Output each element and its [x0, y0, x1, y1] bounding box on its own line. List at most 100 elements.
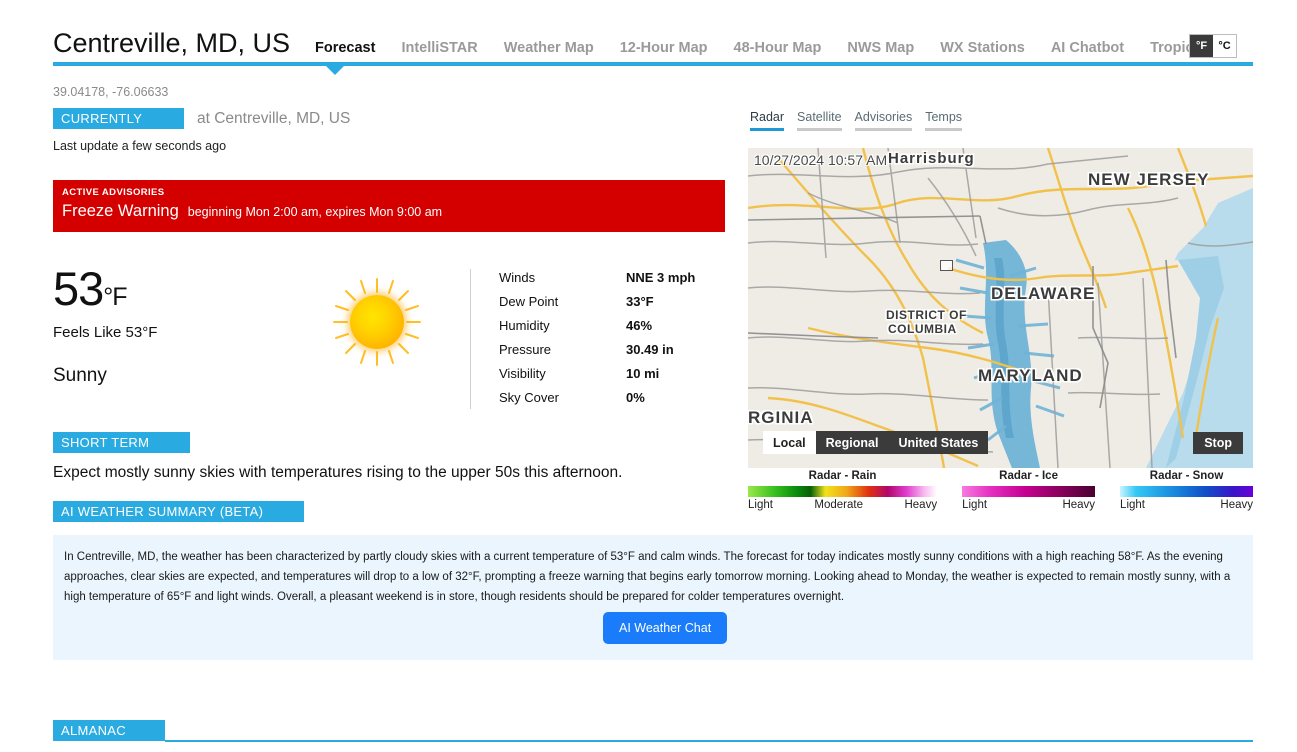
legend-scale: Light Moderate Heavy [748, 499, 937, 511]
map-tab-label: Advisories [854, 110, 913, 124]
map-tab-underline [925, 128, 963, 131]
advisory-time-range: beginning Mon 2:00 am, expires Mon 9:00 … [187, 205, 443, 219]
short-term-text: Expect mostly sunny skies with temperatu… [53, 464, 623, 481]
legend-high-label: Heavy [1062, 499, 1096, 511]
advisory-label: ACTIVE ADVISORIES [62, 187, 165, 198]
legend-radar-snow: Radar - Snow Light Heavy [1120, 470, 1253, 511]
currently-location-text: at Centreville, MD, US [197, 109, 351, 127]
location-marker-icon [940, 260, 953, 271]
detail-value: 10 mi [626, 365, 660, 381]
sun-disc-icon [350, 295, 404, 349]
active-tab-caret-icon [326, 66, 344, 75]
advisory-title: Freeze Warning [62, 202, 179, 220]
nav-tab-weather-map[interactable]: Weather Map [491, 40, 607, 56]
unit-celsius-button[interactable]: °C [1213, 35, 1236, 57]
table-row: Visibility 10 mi [499, 361, 695, 385]
ai-weather-summary-badge: AI WEATHER SUMMARY (BETA) [53, 501, 304, 522]
table-row: Pressure 30.49 in [499, 337, 695, 361]
map-scope-united-states-button[interactable]: United States [888, 431, 989, 454]
nav-tab-ai-chatbot[interactable]: AI Chatbot [1038, 40, 1137, 56]
map-tab-temps[interactable]: Temps [925, 110, 963, 137]
short-term-badge: SHORT TERM [53, 432, 190, 453]
nav-tab-nws-map[interactable]: NWS Map [834, 40, 927, 56]
ai-summary-text: In Centreville, MD, the weather has been… [64, 551, 1231, 603]
map-tab-satellite[interactable]: Satellite [797, 110, 842, 137]
map-tab-underline [797, 128, 842, 131]
legend-high-label: Heavy [904, 499, 938, 511]
map-label-district-of: DISTRICT OF [886, 308, 967, 322]
map-tab-underline [854, 128, 913, 131]
map-tab-radar[interactable]: Radar [750, 110, 785, 137]
legend-title: Radar - Rain [808, 470, 877, 482]
map-tab-label: Radar [750, 110, 785, 124]
almanac-badge: ALMANAC [53, 720, 165, 741]
map-scope-regional-button[interactable]: Regional [815, 431, 889, 454]
legend-high-label: Heavy [1220, 499, 1253, 511]
map-canvas [748, 148, 1253, 468]
nav-tab-12-hour-map[interactable]: 12-Hour Map [607, 40, 721, 56]
currently-badge: CURRENTLY [53, 108, 184, 129]
map-tabs: Radar Satellite Advisories Temps [750, 110, 963, 137]
temperature-value: 53 [53, 262, 104, 315]
unit-fahrenheit-button[interactable]: °F [1190, 35, 1213, 57]
map-tab-advisories[interactable]: Advisories [854, 110, 913, 137]
map-label-new-jersey: NEW JERSEY [1088, 170, 1210, 189]
nav-tab-intellistar[interactable]: IntelliSTAR [388, 40, 490, 56]
detail-value: 30.49 in [626, 341, 674, 357]
active-advisory-banner[interactable]: ACTIVE ADVISORIES Freeze Warning beginni… [53, 180, 725, 232]
table-row: Winds NNE 3 mph [499, 265, 695, 289]
main-navigation: Forecast IntelliSTAR Weather Map 12-Hour… [302, 40, 1219, 56]
last-update-text: Last update a few seconds ago [53, 139, 227, 153]
table-row: Sky Cover 0% [499, 385, 695, 409]
map-timestamp: 10/27/2024 10:57 AM [754, 152, 888, 168]
detail-value: NNE 3 mph [626, 269, 696, 285]
table-row: Humidity 46% [499, 313, 695, 337]
legend-radar-rain: Radar - Rain Light Moderate Heavy [748, 470, 938, 511]
nav-tab-wx-stations[interactable]: WX Stations [927, 40, 1038, 56]
legend-gradient-bar [962, 486, 1096, 497]
conditions-details-table: Winds NNE 3 mph Dew Point 33°F Humidity … [499, 265, 695, 409]
detail-label: Dew Point [499, 293, 559, 309]
details-divider [470, 269, 471, 409]
legend-scale: Light Heavy [962, 499, 1095, 511]
header-divider [53, 62, 1253, 66]
legend-title: Radar - Snow [1149, 470, 1224, 482]
map-tab-label: Temps [925, 110, 963, 124]
map-label-harrisburg: Harrisburg [888, 150, 975, 167]
detail-value: 0% [626, 389, 645, 405]
coordinates-text: 39.04178, -76.06633 [53, 85, 169, 99]
current-conditions-block: 53°F Feels Like 53°F Sunny Winds NNE 3 m… [53, 265, 725, 415]
ai-weather-chat-button[interactable]: AI Weather Chat [603, 612, 728, 644]
map-tab-label: Satellite [797, 110, 842, 124]
detail-label: Visibility [499, 365, 546, 381]
legend-gradient-bar [1120, 486, 1253, 497]
unit-toggle[interactable]: °F °C [1189, 34, 1237, 58]
temperature-unit: °F [103, 283, 127, 311]
table-row: Dew Point 33°F [499, 289, 695, 313]
map-scope-local-button[interactable]: Local [763, 431, 816, 454]
legend-gradient-bar [748, 486, 938, 497]
nav-tab-forecast[interactable]: Forecast [302, 40, 388, 56]
radar-map[interactable]: 10/27/2024 10:57 AM Harrisburg NEW JERSE… [748, 148, 1253, 468]
detail-label: Pressure [499, 341, 552, 357]
map-stop-button[interactable]: Stop [1193, 432, 1243, 454]
legend-low-label: Light [748, 499, 773, 511]
map-label-columbia: COLUMBIA [888, 322, 957, 336]
detail-label: Humidity [499, 317, 550, 333]
map-label-virginia: RGINIA [748, 408, 814, 427]
legend-low-label: Light [962, 499, 988, 511]
legend-mid-label: Moderate [814, 499, 863, 511]
detail-label: Sky Cover [499, 389, 559, 405]
ai-weather-summary-panel: In Centreville, MD, the weather has been… [53, 535, 1253, 660]
map-tab-underline [750, 128, 785, 131]
sun-icon [330, 275, 424, 369]
detail-value: 33°F [626, 293, 654, 309]
map-label-maryland: MARYLAND [978, 366, 1083, 385]
nav-tab-48-hour-map[interactable]: 48-Hour Map [721, 40, 835, 56]
advisory-body: Freeze Warning beginning Mon 2:00 am, ex… [62, 202, 725, 221]
map-label-delaware: DELAWARE [991, 284, 1096, 303]
detail-label: Winds [499, 269, 536, 285]
page-header: Centreville, MD, US Forecast IntelliSTAR… [53, 28, 1253, 78]
currently-row: CURRENTLY at Centreville, MD, US [53, 108, 350, 129]
legend-low-label: Light [1120, 499, 1145, 511]
